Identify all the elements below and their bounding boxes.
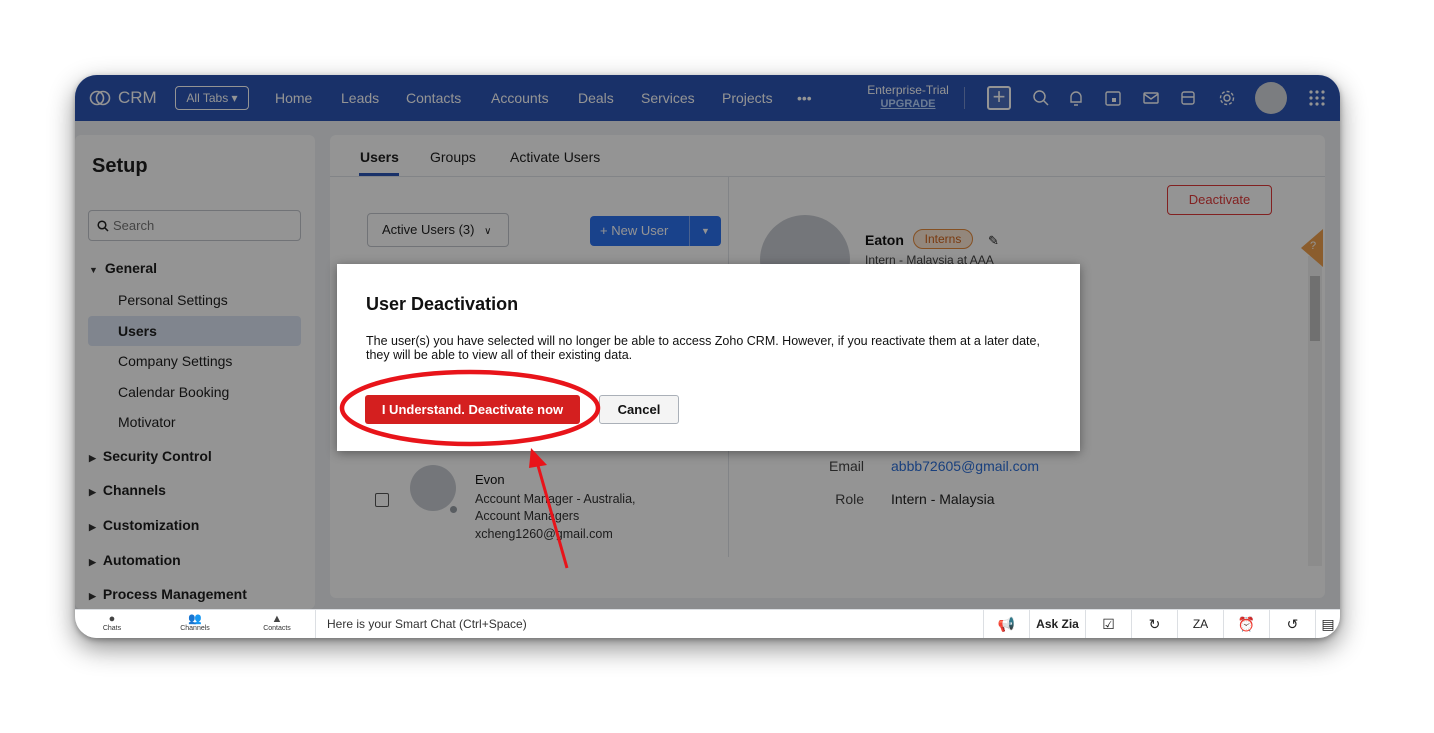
bottom-bar: ● Chats 👥 Channels ▲ Contacts Here is your … bbox=[75, 609, 1340, 638]
confirm-deactivate-button[interactable]: I Understand. Deactivate now bbox=[365, 395, 580, 424]
channels-shortcut[interactable]: 👥 Channels bbox=[175, 613, 215, 633]
history-icon[interactable]: ↺ bbox=[1269, 610, 1315, 638]
activity-icon[interactable]: ☑ bbox=[1085, 610, 1131, 638]
dialog-title: User Deactivation bbox=[366, 294, 519, 314]
chat-bubble-icon: ● bbox=[108, 613, 116, 625]
crm-window: CRM All Tabs ▾ Home Leads Contacts Accou… bbox=[75, 75, 1340, 638]
notes-icon[interactable]: ▤ bbox=[1315, 610, 1340, 638]
cancel-button[interactable]: Cancel bbox=[599, 395, 679, 424]
dialog-message: The user(s) you have selected will no lo… bbox=[366, 334, 1040, 362]
alarm-clock-icon[interactable]: ⏰ bbox=[1223, 610, 1269, 638]
smart-chat-input[interactable]: Here is your Smart Chat (Ctrl+Space) bbox=[315, 610, 983, 638]
ask-zia-button[interactable]: Ask Zia bbox=[1029, 610, 1085, 638]
people-icon: 👥 bbox=[188, 613, 202, 625]
megaphone-icon[interactable]: 📢 bbox=[983, 610, 1029, 638]
contact-icon: ▲ bbox=[271, 613, 283, 625]
user-deactivation-dialog: User Deactivation The user(s) you have s… bbox=[337, 264, 1080, 451]
chats-shortcut[interactable]: ● Chats bbox=[99, 613, 125, 633]
contacts-shortcut[interactable]: ▲ Contacts bbox=[257, 613, 297, 633]
zia-icon[interactable]: ZA bbox=[1177, 610, 1223, 638]
sync-icon[interactable]: ↻ bbox=[1131, 610, 1177, 638]
